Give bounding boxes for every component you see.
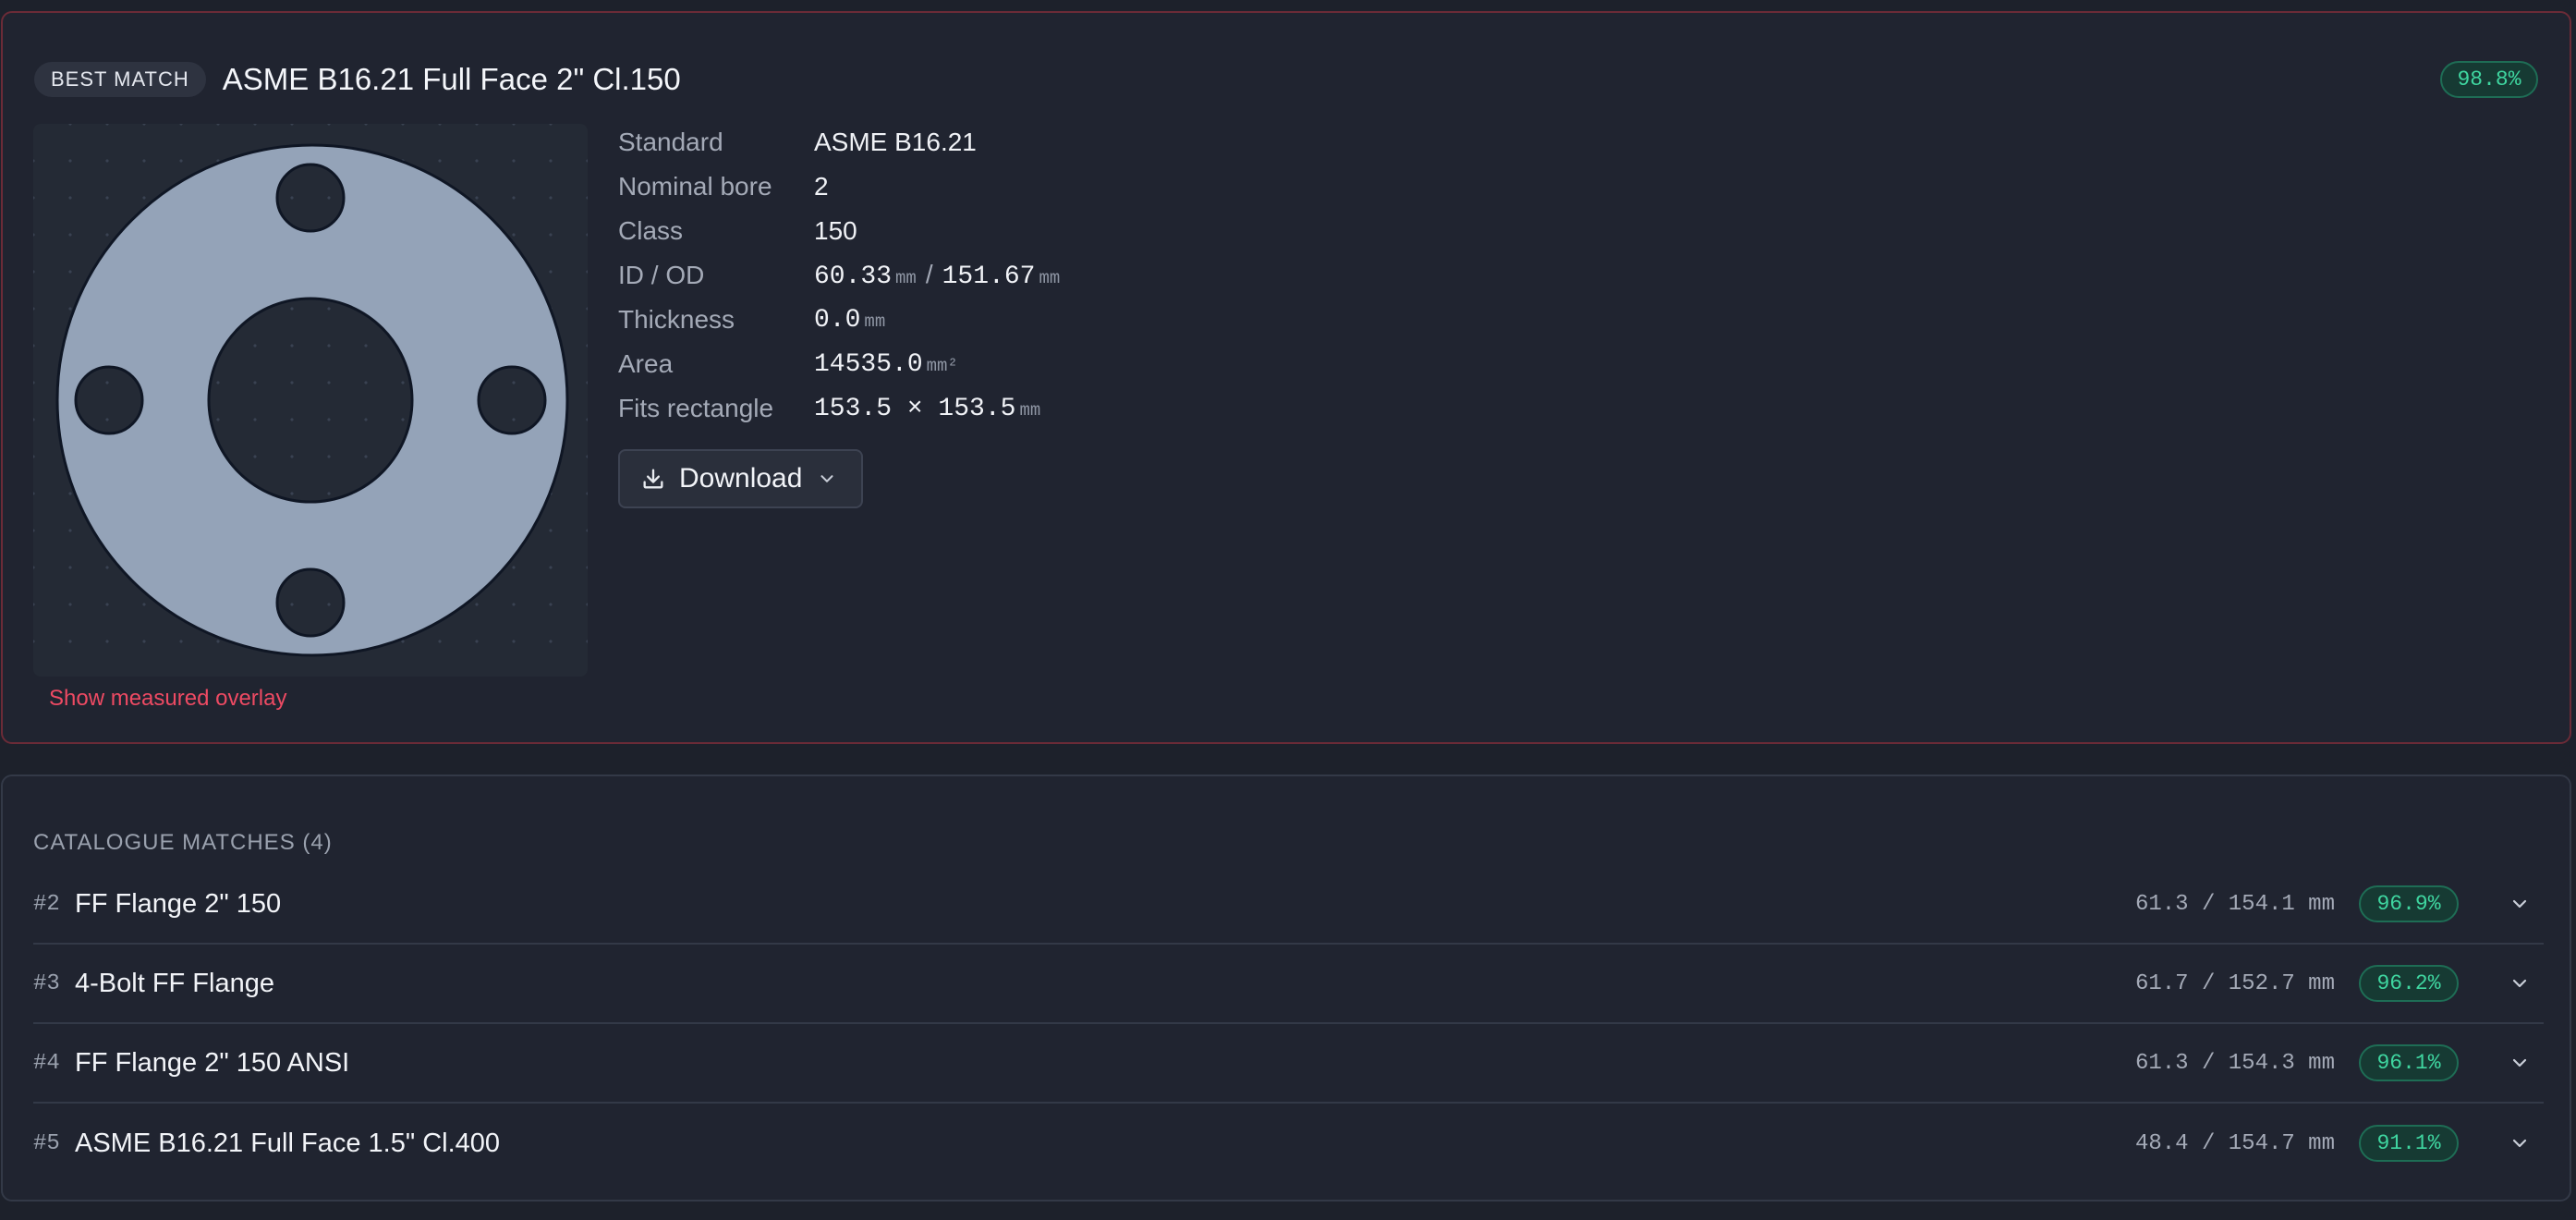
match-rank: #3 (33, 970, 60, 996)
gasket-preview (33, 124, 588, 677)
spec-label: Area (618, 349, 674, 378)
download-icon (640, 466, 666, 492)
catalogue-list: #2 FF Flange 2" 150 61.3 / 154.1 mm 96.9… (33, 865, 2544, 1183)
spec-label: Fits rectangle (618, 394, 774, 422)
best-match-badge: BEST MATCH (34, 62, 206, 97)
od-value: 151.67 (942, 262, 1036, 291)
gasket-drawing (55, 143, 569, 657)
spec-value: ASME B16.21 (814, 128, 977, 157)
match-score-badge: 96.9% (2359, 885, 2459, 922)
spec-row-id-od: ID / OD 60.33 mm / 151.67 mm (618, 253, 1060, 298)
match-name: ASME B16.21 Full Face 1.5" Cl.400 (75, 1128, 501, 1158)
best-match-card: BEST MATCH ASME B16.21 Full Face 2" Cl.1… (1, 11, 2571, 744)
catalogue-row[interactable]: #5 ASME B16.21 Full Face 1.5" Cl.400 48.… (33, 1104, 2544, 1183)
spec-label: ID / OD (618, 261, 705, 289)
match-dimensions: 61.7 / 152.7 mm (2134, 970, 2335, 996)
expand-chevron-icon[interactable] (2509, 893, 2531, 915)
thickness-value: 0.0 (814, 305, 861, 335)
chevron-down-icon (817, 469, 837, 489)
spec-value: 14535.0 mm² (814, 350, 958, 379)
expand-chevron-icon[interactable] (2509, 1132, 2531, 1154)
match-dimensions: 61.3 / 154.1 mm (2134, 891, 2335, 917)
class-value: 150 (814, 216, 857, 245)
show-measured-overlay-link[interactable]: Show measured overlay (49, 686, 286, 712)
best-match-title: ASME B16.21 Full Face 2" Cl.150 (222, 62, 681, 96)
match-dimensions: 61.3 / 154.3 mm (2134, 1050, 2335, 1076)
download-button[interactable]: Download (618, 449, 863, 508)
match-score-badge: 96.2% (2359, 965, 2459, 1002)
id-value: 60.33 (814, 262, 893, 291)
match-dimensions: 48.4 / 154.7 mm (2134, 1130, 2335, 1156)
od-unit: mm (1039, 268, 1061, 288)
expand-chevron-icon[interactable] (2509, 972, 2531, 994)
spec-value: 150 (814, 216, 857, 246)
match-rank: #2 (33, 891, 60, 917)
spec-row-nominal-bore: Nominal bore 2 (618, 165, 1060, 209)
spec-row-standard: Standard ASME B16.21 (618, 120, 1060, 165)
spec-label: Thickness (618, 305, 735, 334)
spec-label: Class (618, 216, 684, 245)
gasket-shape (55, 143, 569, 657)
fits-rectangle-unit: mm (1019, 399, 1041, 421)
spec-table: Standard ASME B16.21 Nominal bore 2 Clas… (618, 120, 1060, 431)
expand-chevron-icon[interactable] (2509, 1052, 2531, 1074)
best-match-score-badge: 98.8% (2440, 61, 2538, 98)
spec-value: 0.0 mm (814, 306, 885, 335)
match-rank: #4 (33, 1050, 60, 1076)
id-unit: mm (895, 268, 917, 288)
catalogue-row[interactable]: #4 FF Flange 2" 150 ANSI 61.3 / 154.3 mm… (33, 1024, 2544, 1104)
id-od-separator: / (925, 260, 933, 288)
match-name: 4-Bolt FF Flange (75, 968, 274, 998)
area-value: 14535.0 (814, 349, 923, 379)
spec-row-thickness: Thickness 0.0 mm (618, 298, 1060, 342)
area-unit: mm² (926, 355, 958, 376)
download-button-label: Download (679, 463, 803, 494)
fits-rectangle-value: 153.5 × 153.5 (814, 394, 1016, 423)
spec-value: 153.5 × 153.5 mm (814, 395, 1040, 423)
spec-row-class: Class 150 (618, 209, 1060, 253)
match-name: FF Flange 2" 150 ANSI (75, 1047, 350, 1078)
spec-label: Standard (618, 128, 723, 156)
nominal-bore-value: 2 (814, 172, 829, 201)
standard-value: ASME B16.21 (814, 128, 977, 156)
thickness-unit: mm (864, 311, 886, 332)
catalogue-matches-card: CATALOGUE MATCHES (4) #2 FF Flange 2" 15… (1, 775, 2571, 1202)
best-match-header: BEST MATCH ASME B16.21 Full Face 2" Cl.1… (34, 48, 681, 111)
spec-row-area: Area 14535.0 mm² (618, 342, 1060, 386)
match-score-badge: 96.1% (2359, 1044, 2459, 1081)
match-score-badge: 91.1% (2359, 1125, 2459, 1162)
spec-value: 2 (814, 172, 829, 201)
spec-row-fits-rectangle: Fits rectangle 153.5 × 153.5 mm (618, 386, 1060, 431)
spec-value: 60.33 mm / 151.67 mm (814, 260, 1060, 291)
spec-label: Nominal bore (618, 172, 772, 201)
match-rank: #5 (33, 1130, 60, 1156)
match-name: FF Flange 2" 150 (75, 888, 282, 919)
catalogue-row[interactable]: #2 FF Flange 2" 150 61.3 / 154.1 mm 96.9… (33, 865, 2544, 945)
catalogue-heading: CATALOGUE MATCHES (4) (33, 830, 333, 855)
catalogue-row[interactable]: #3 4-Bolt FF Flange 61.7 / 152.7 mm 96.2… (33, 945, 2544, 1024)
